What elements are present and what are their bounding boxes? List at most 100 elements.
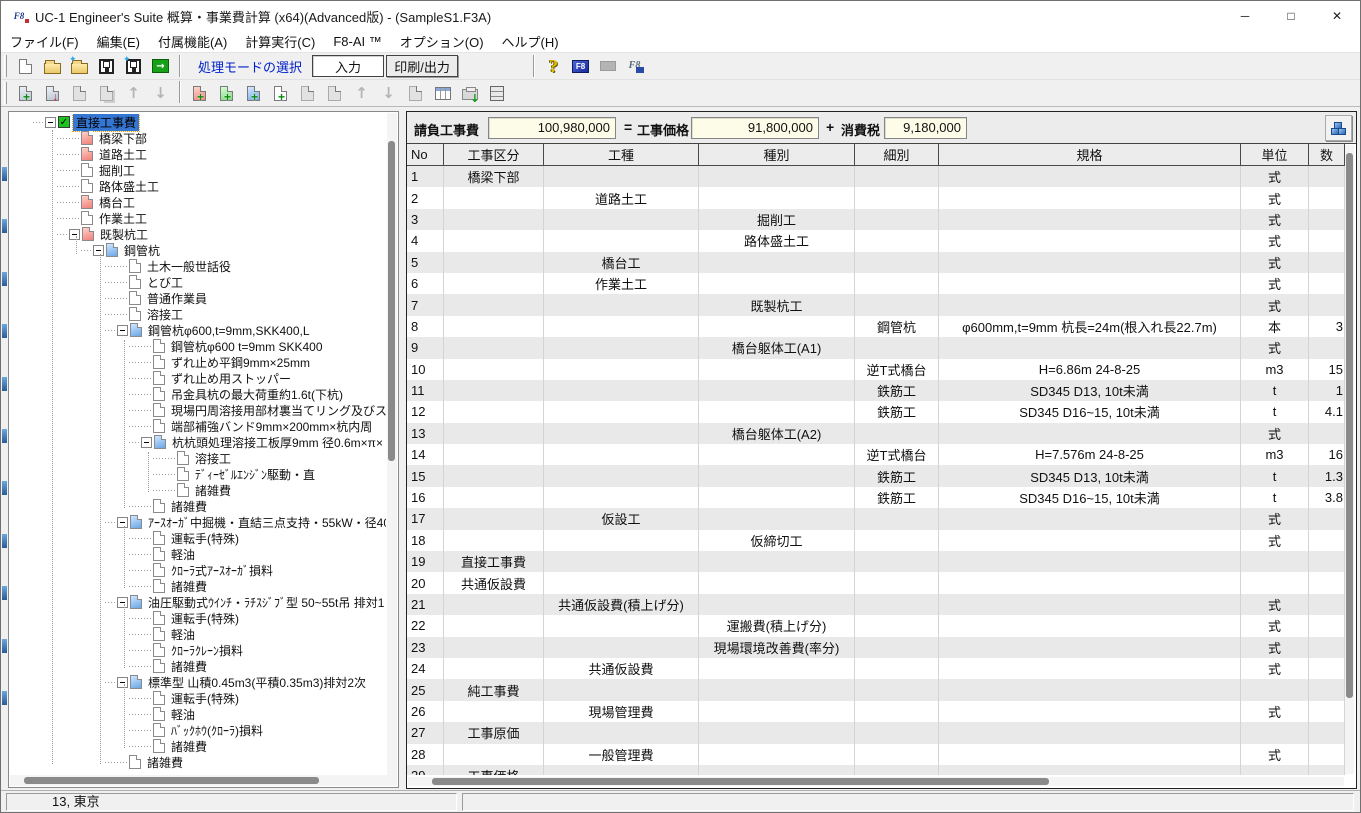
grid-cell-unit[interactable]: m3 bbox=[1241, 359, 1309, 380]
grid-cell-unit[interactable]: 式 bbox=[1241, 230, 1309, 251]
grid-cell-c3[interactable] bbox=[699, 722, 855, 743]
grid-cell-c1[interactable] bbox=[444, 337, 544, 358]
grid-cell-qty[interactable] bbox=[1309, 209, 1345, 230]
tree-expand-box[interactable] bbox=[141, 437, 152, 448]
grid-cell-c2[interactable] bbox=[544, 637, 699, 658]
copy-row-icon[interactable] bbox=[93, 81, 120, 105]
grid-cell-c1[interactable] bbox=[444, 209, 544, 230]
menu-item[interactable]: オプション(O) bbox=[391, 32, 493, 51]
add-shubetsu-icon[interactable] bbox=[240, 81, 267, 105]
grid-cell-c2[interactable] bbox=[544, 294, 699, 315]
grid-cell-c2[interactable] bbox=[544, 551, 699, 572]
grid-row[interactable]: 13橋台躯体工(A2)式 bbox=[407, 423, 1345, 444]
menu-item[interactable]: 計算実行(C) bbox=[236, 32, 324, 51]
grid-cell-c1[interactable] bbox=[444, 444, 544, 465]
grid-row[interactable]: 8鋼管杭φ600mm,t=9mm 杭長=24m(根入れ長22.7m)本3 bbox=[407, 316, 1345, 337]
grid-cell-qty[interactable] bbox=[1309, 679, 1345, 700]
grid-row[interactable]: 5橋台工式 bbox=[407, 252, 1345, 273]
grid-cell-c1[interactable]: 直接工事費 bbox=[444, 551, 544, 572]
grid-cell-c3[interactable]: 仮締切工 bbox=[699, 530, 855, 551]
grid-cell-c1[interactable]: 工事価格 bbox=[444, 765, 544, 775]
grid-cell-c1[interactable] bbox=[444, 658, 544, 679]
grid-vscroll-thumb[interactable] bbox=[1346, 153, 1353, 698]
grid-cell-c3[interactable]: 掘削工 bbox=[699, 209, 855, 230]
grid-cell-no[interactable]: 18 bbox=[407, 530, 444, 551]
grid-cell-c3[interactable] bbox=[699, 508, 855, 529]
grid-cell-c3[interactable] bbox=[699, 316, 855, 337]
open-file-icon[interactable] bbox=[39, 54, 66, 78]
grid-cell-c2[interactable]: 道路土工 bbox=[544, 187, 699, 208]
grid-cell-qty[interactable] bbox=[1309, 722, 1345, 743]
tree-expand-box[interactable] bbox=[117, 517, 128, 528]
minimize-button[interactable]: ─ bbox=[1222, 1, 1268, 31]
view-item-icon[interactable] bbox=[321, 81, 348, 105]
move-down-icon[interactable]: ↓ bbox=[147, 81, 174, 105]
grid-cell-unit[interactable] bbox=[1241, 765, 1309, 775]
grid-cell-c2[interactable]: 一般管理費 bbox=[544, 744, 699, 765]
tree-item[interactable]: 標準型 山積0.45m3(平積0.35m3)排対2次 bbox=[9, 674, 386, 690]
tree-item[interactable]: 鋼管杭φ600,t=9mm,SKK400,L bbox=[9, 322, 386, 338]
grid-cell-spec[interactable]: H=6.86m 24-8-25 bbox=[939, 359, 1241, 380]
tree-item[interactable]: 諸雑費 bbox=[9, 754, 386, 770]
tree-item[interactable]: 軽油 bbox=[9, 546, 386, 562]
grid-cell-c4[interactable] bbox=[855, 423, 939, 444]
grid-cell-qty[interactable] bbox=[1309, 294, 1345, 315]
tree-item[interactable]: 作業土工 bbox=[9, 210, 386, 226]
tree-expand-box[interactable] bbox=[117, 677, 128, 688]
grid-cell-qty[interactable] bbox=[1309, 701, 1345, 722]
tree-item[interactable]: 既製杭工 bbox=[9, 226, 386, 242]
tree-item[interactable]: ﾊﾞｯｸﾎｳ(ｸﾛｰﾗ)損料 bbox=[9, 722, 386, 738]
grid-cell-c1[interactable] bbox=[444, 744, 544, 765]
grid-cell-c2[interactable] bbox=[544, 487, 699, 508]
tree-item[interactable]: ｸﾛｰﾗ式ｱｰｽｵｰｶﾞ損料 bbox=[9, 562, 386, 578]
grid-cell-c1[interactable]: 純工事費 bbox=[444, 679, 544, 700]
grid-cell-c4[interactable]: 鉄筋工 bbox=[855, 465, 939, 486]
tree-horizontal-scrollbar[interactable] bbox=[10, 775, 397, 786]
grid-cell-qty[interactable] bbox=[1309, 273, 1345, 294]
tree-vertical-scrollbar[interactable] bbox=[387, 113, 397, 786]
grid-cell-no[interactable]: 10 bbox=[407, 359, 444, 380]
tree-item[interactable]: 軽油 bbox=[9, 626, 386, 642]
grid-cell-qty[interactable] bbox=[1309, 508, 1345, 529]
grid-cell-spec[interactable] bbox=[939, 594, 1241, 615]
grid-cell-spec[interactable] bbox=[939, 551, 1241, 572]
f8-homepage-icon[interactable]: F8 bbox=[621, 54, 648, 78]
grid-cell-c1[interactable] bbox=[444, 701, 544, 722]
grid-cell-no[interactable]: 7 bbox=[407, 294, 444, 315]
tree-item[interactable]: 鋼管杭φ600 t=9mm SKK400 bbox=[9, 338, 386, 354]
grid-row[interactable]: 4路体盛土工式 bbox=[407, 230, 1345, 251]
grid-cell-c4[interactable] bbox=[855, 294, 939, 315]
grid-row[interactable]: 3掘削工式 bbox=[407, 209, 1345, 230]
item-down-icon[interactable]: ↓ bbox=[375, 81, 402, 105]
grid-cell-c4[interactable] bbox=[855, 230, 939, 251]
grid-cell-c3[interactable] bbox=[699, 252, 855, 273]
grid-row[interactable]: 26現場管理費式 bbox=[407, 701, 1345, 722]
grid-cell-unit[interactable]: t bbox=[1241, 487, 1309, 508]
grid-row[interactable]: 24共通仮設費式 bbox=[407, 658, 1345, 679]
tree-item[interactable]: 橋台工 bbox=[9, 194, 386, 210]
grid-cell-qty[interactable] bbox=[1309, 658, 1345, 679]
grid-cell-c1[interactable] bbox=[444, 637, 544, 658]
grid-cell-no[interactable]: 11 bbox=[407, 380, 444, 401]
menu-item[interactable]: F8-AI ™ bbox=[324, 34, 390, 49]
grid-cell-unit[interactable]: 式 bbox=[1241, 530, 1309, 551]
grid-row[interactable]: 14逆T式橋台H=7.576m 24-8-25m316 bbox=[407, 444, 1345, 465]
tree-item[interactable]: とび工 bbox=[9, 274, 386, 290]
new-file-icon[interactable] bbox=[12, 54, 39, 78]
ukeoi-value-field[interactable]: 100,980,000 bbox=[488, 117, 616, 139]
grid-cell-c4[interactable]: 鉄筋工 bbox=[855, 487, 939, 508]
tree-item[interactable]: 路体盛土工 bbox=[9, 178, 386, 194]
grid-cell-c1[interactable]: 共通仮設費 bbox=[444, 572, 544, 593]
grid-cell-no[interactable]: 25 bbox=[407, 679, 444, 700]
grid-cell-unit[interactable]: t bbox=[1241, 465, 1309, 486]
grid-cell-c2[interactable]: 橋台工 bbox=[544, 252, 699, 273]
grid-cell-c3[interactable] bbox=[699, 359, 855, 380]
grid-cell-c1[interactable] bbox=[444, 401, 544, 422]
grid-cell-no[interactable]: 1 bbox=[407, 166, 444, 187]
menu-item[interactable]: 付属機能(A) bbox=[149, 32, 236, 51]
grid-cell-spec[interactable] bbox=[939, 230, 1241, 251]
grid-row[interactable]: 21共通仮設費(積上げ分)式 bbox=[407, 594, 1345, 615]
grid-row[interactable]: 9橋台躯体工(A1)式 bbox=[407, 337, 1345, 358]
grid-cell-spec[interactable] bbox=[939, 744, 1241, 765]
grid-cell-unit[interactable] bbox=[1241, 551, 1309, 572]
